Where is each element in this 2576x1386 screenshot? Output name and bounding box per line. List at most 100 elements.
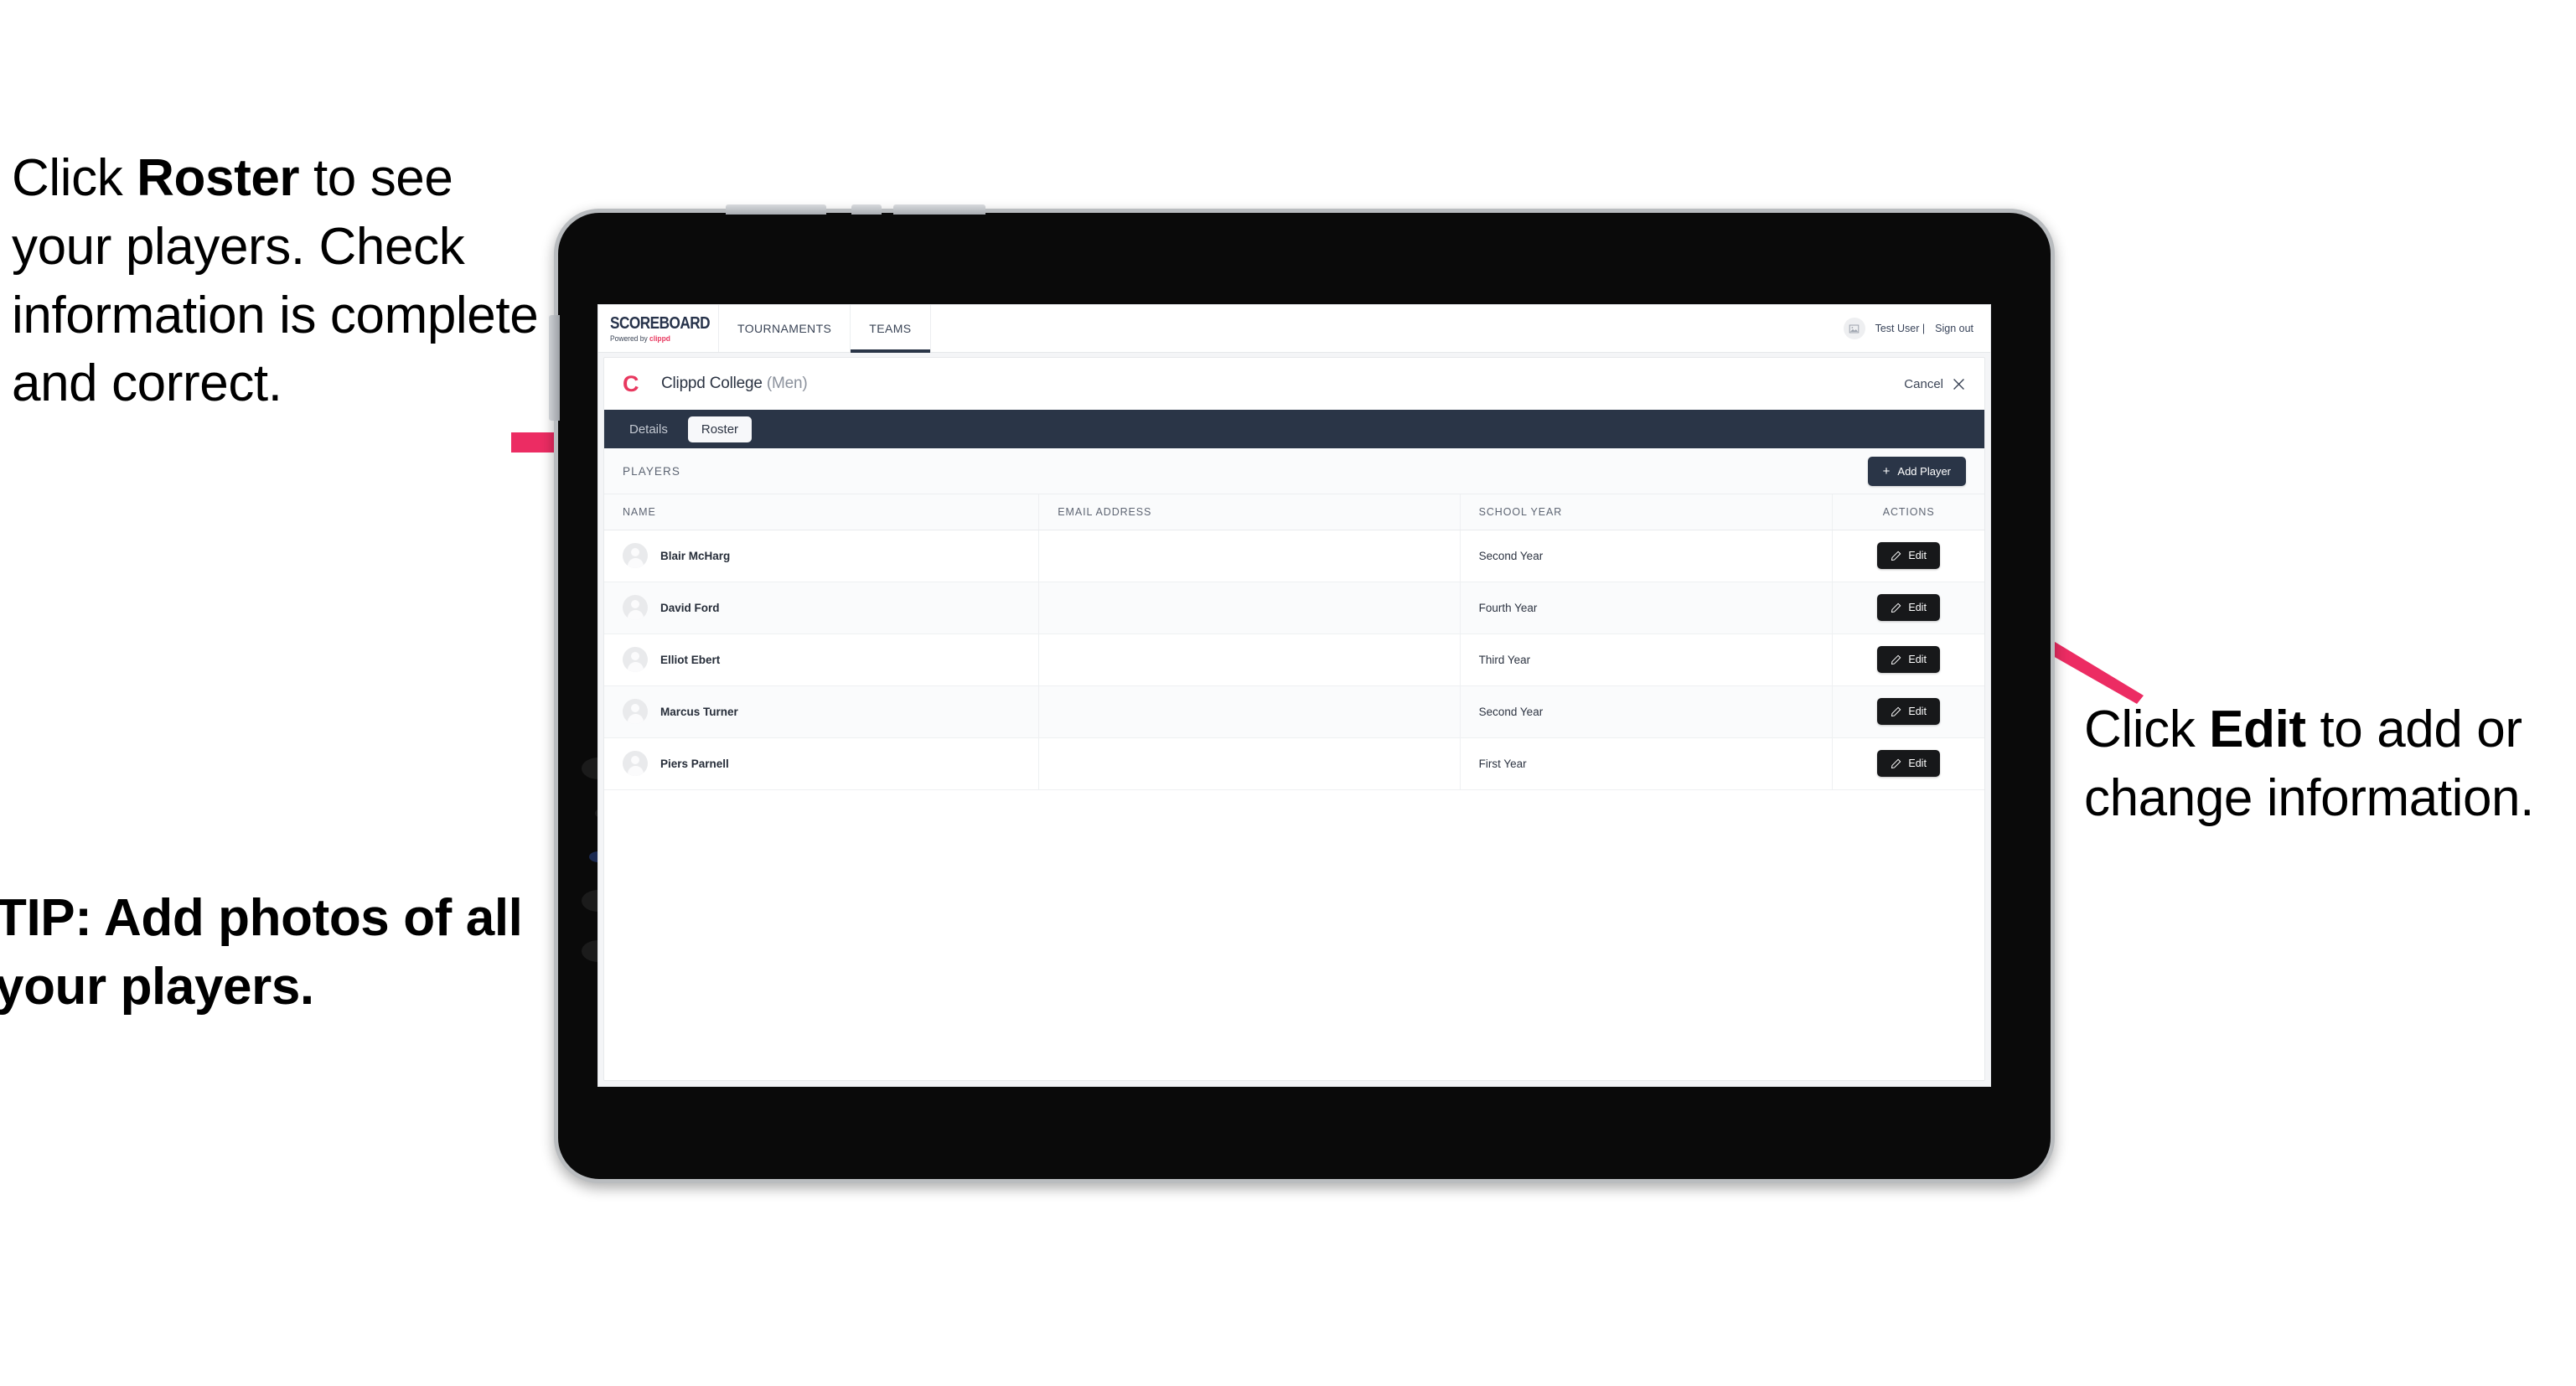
cell-school-year: Second Year: [1460, 685, 1834, 738]
edit-button[interactable]: Edit: [1877, 594, 1940, 621]
tablet-top-button-b: [851, 204, 882, 215]
user-account-area: Test User | Sign out: [1843, 305, 1990, 352]
annotation-edit-prefix: Click: [2084, 701, 2210, 758]
column-header-school-year: SCHOOL YEAR: [1460, 494, 1834, 530]
cell-email: [1038, 530, 1461, 582]
annotation-roster-prefix: Click: [12, 149, 137, 207]
team-detail-card: C Clippd College (Men) Cancel Details Ro…: [603, 357, 1985, 1081]
pencil-icon: [1891, 758, 1901, 768]
edit-button[interactable]: Edit: [1877, 542, 1940, 569]
cell-school-year: Second Year: [1460, 530, 1834, 582]
team-name-text: Clippd College: [661, 375, 763, 392]
player-name-label: Elliot Ebert: [660, 653, 721, 666]
column-header-email: EMAIL ADDRESS: [1038, 494, 1461, 530]
tab-details[interactable]: Details: [616, 416, 681, 442]
annotation-edit-bold: Edit: [2209, 701, 2306, 758]
cell-actions: Edit: [1832, 685, 1984, 738]
table-row: Piers Parnell First Year Edit: [604, 737, 1984, 790]
player-avatar-icon: [623, 595, 648, 620]
cell-actions: Edit: [1832, 737, 1984, 790]
cell-name: Elliot Ebert: [604, 634, 1040, 686]
team-card-header: C Clippd College (Men) Cancel: [604, 358, 1984, 410]
table-row: Blair McHarg Second Year Edit: [604, 530, 1984, 582]
player-avatar-icon: [623, 751, 648, 776]
players-table-header: NAME EMAIL ADDRESS SCHOOL YEAR ACTIONS: [604, 494, 1984, 530]
tablet-device-frame: SCOREBOARD Powered by clippd TOURNAMENTS…: [549, 204, 2055, 1183]
cell-name: Marcus Turner: [604, 685, 1040, 738]
brand-title: SCOREBOARD: [610, 313, 711, 333]
cell-name: Piers Parnell: [604, 737, 1040, 790]
player-name-label: Marcus Turner: [660, 705, 738, 718]
column-header-actions: ACTIONS: [1832, 494, 1984, 530]
edit-button[interactable]: Edit: [1877, 750, 1940, 777]
column-header-name: NAME: [604, 494, 1040, 530]
plus-icon: +: [1882, 463, 1891, 478]
cell-name: Blair McHarg: [604, 530, 1040, 582]
cancel-label: Cancel: [1904, 376, 1943, 391]
card-tab-strip: Details Roster: [604, 410, 1984, 448]
brand-subtitle: Powered by clippd: [610, 334, 711, 343]
player-identity: Elliot Ebert: [623, 647, 1020, 672]
player-avatar-icon: [623, 699, 648, 724]
page-title: Clippd College (Men): [661, 375, 808, 393]
avatar[interactable]: [1843, 318, 1865, 339]
player-identity: Blair McHarg: [623, 543, 1020, 568]
cancel-button[interactable]: Cancel: [1904, 377, 1966, 391]
topnav-spacer: [931, 305, 1844, 352]
annotation-roster-bold: Roster: [137, 149, 300, 207]
edit-button-label: Edit: [1908, 706, 1927, 717]
player-name-label: Piers Parnell: [660, 757, 729, 770]
tablet-volume-button: [549, 315, 560, 421]
cell-actions: Edit: [1832, 582, 1984, 634]
table-row: Marcus Turner Second Year Edit: [604, 685, 1984, 738]
cell-school-year: Third Year: [1460, 634, 1834, 686]
edit-button-label: Edit: [1908, 602, 1927, 613]
add-player-button[interactable]: + Add Player: [1867, 456, 1966, 486]
cell-school-year: Fourth Year: [1460, 582, 1834, 634]
annotation-roster-instruction: Click Roster to see your players. Check …: [12, 144, 548, 418]
player-avatar-icon: [623, 647, 648, 672]
edit-button-label: Edit: [1908, 758, 1927, 769]
cell-email: [1038, 685, 1461, 738]
tablet-top-button-a: [726, 204, 826, 215]
player-identity: Piers Parnell: [623, 751, 1020, 776]
player-identity: David Ford: [623, 595, 1020, 620]
table-row: Elliot Ebert Third Year Edit: [604, 634, 1984, 686]
scoreboard-logo[interactable]: SCOREBOARD Powered by clippd: [598, 305, 719, 352]
user-name-label: Test User |: [1875, 323, 1926, 334]
players-table: NAME EMAIL ADDRESS SCHOOL YEAR ACTIONS B…: [604, 494, 1984, 790]
team-gender-text: (Men): [766, 375, 808, 392]
image-placeholder-icon: [1849, 324, 1860, 333]
tablet-screen: SCOREBOARD Powered by clippd TOURNAMENTS…: [598, 305, 1990, 1086]
table-row: David Ford Fourth Year Edit: [604, 582, 1984, 634]
nav-tab-tournaments[interactable]: TOURNAMENTS: [719, 305, 851, 352]
pencil-icon: [1891, 706, 1901, 716]
player-name-label: David Ford: [660, 601, 720, 614]
brand-subtitle-clippd: clippd: [649, 334, 670, 343]
nav-tab-teams[interactable]: TEAMS: [851, 305, 931, 353]
annotation-tip: TIP: Add photos of all your players.: [0, 889, 523, 1016]
player-name-label: Blair McHarg: [660, 549, 731, 562]
pencil-icon: [1891, 551, 1901, 561]
app-top-navigation: SCOREBOARD Powered by clippd TOURNAMENTS…: [598, 305, 1990, 353]
table-header-row: NAME EMAIL ADDRESS SCHOOL YEAR ACTIONS: [604, 494, 1984, 530]
cell-email: [1038, 737, 1461, 790]
edit-button[interactable]: Edit: [1877, 698, 1940, 725]
cell-actions: Edit: [1832, 530, 1984, 582]
edit-button-label: Edit: [1908, 654, 1927, 665]
team-logo: C: [623, 370, 639, 396]
players-table-body: Blair McHarg Second Year Edit David Ford Fou…: [604, 530, 1984, 790]
sign-out-link[interactable]: Sign out: [1935, 323, 1973, 334]
cell-actions: Edit: [1832, 634, 1984, 686]
cell-school-year: First Year: [1460, 737, 1834, 790]
brand-subtitle-prefix: Powered by: [610, 334, 650, 343]
tab-roster[interactable]: Roster: [687, 416, 753, 442]
edit-button[interactable]: Edit: [1877, 646, 1940, 673]
pencil-icon: [1891, 654, 1901, 665]
annotation-edit-instruction: Click Edit to add or change information.: [2084, 696, 2570, 833]
players-section-label: PLAYERS: [623, 464, 680, 478]
player-avatar-icon: [623, 543, 648, 568]
pencil-icon: [1891, 602, 1901, 613]
edit-button-label: Edit: [1908, 550, 1927, 561]
players-section-bar: PLAYERS + Add Player: [604, 448, 1984, 494]
